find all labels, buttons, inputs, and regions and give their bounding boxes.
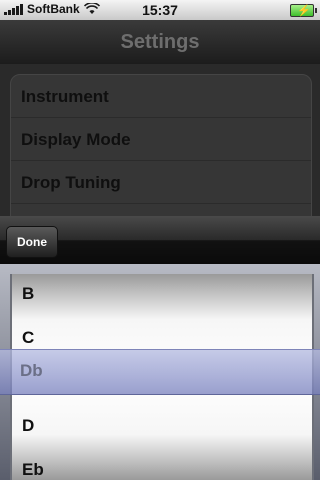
- status-time: 15:37: [142, 2, 178, 18]
- picker-option-b[interactable]: B: [22, 284, 34, 304]
- picker-selection-band: [0, 349, 320, 395]
- picker-selected-value[interactable]: Db: [20, 361, 43, 381]
- settings-item-label: Display Mode: [21, 130, 131, 149]
- picker-option-eb[interactable]: Eb: [22, 460, 44, 480]
- battery-charging-icon: ⚡: [290, 4, 317, 17]
- navigation-bar: Settings: [0, 20, 320, 65]
- picker-option-c[interactable]: C: [22, 328, 34, 348]
- settings-item-label: Instrument: [21, 87, 109, 106]
- picker-option-d[interactable]: D: [22, 416, 34, 436]
- settings-item-label: Drop Tuning: [21, 173, 121, 192]
- picker-toolbar: Done: [0, 216, 320, 264]
- picker-view: B C D Eb Db: [0, 264, 320, 480]
- done-button[interactable]: Done: [6, 226, 58, 258]
- status-bar: SoftBank 15:37 ⚡: [0, 0, 320, 20]
- settings-group: Instrument Display Mode Drop Tuning: [10, 74, 312, 236]
- settings-item-display-mode[interactable]: Display Mode: [11, 118, 311, 161]
- settings-item-drop-tuning[interactable]: Drop Tuning: [11, 161, 311, 204]
- page-title: Settings: [120, 31, 200, 53]
- settings-item-instrument[interactable]: Instrument: [11, 75, 311, 118]
